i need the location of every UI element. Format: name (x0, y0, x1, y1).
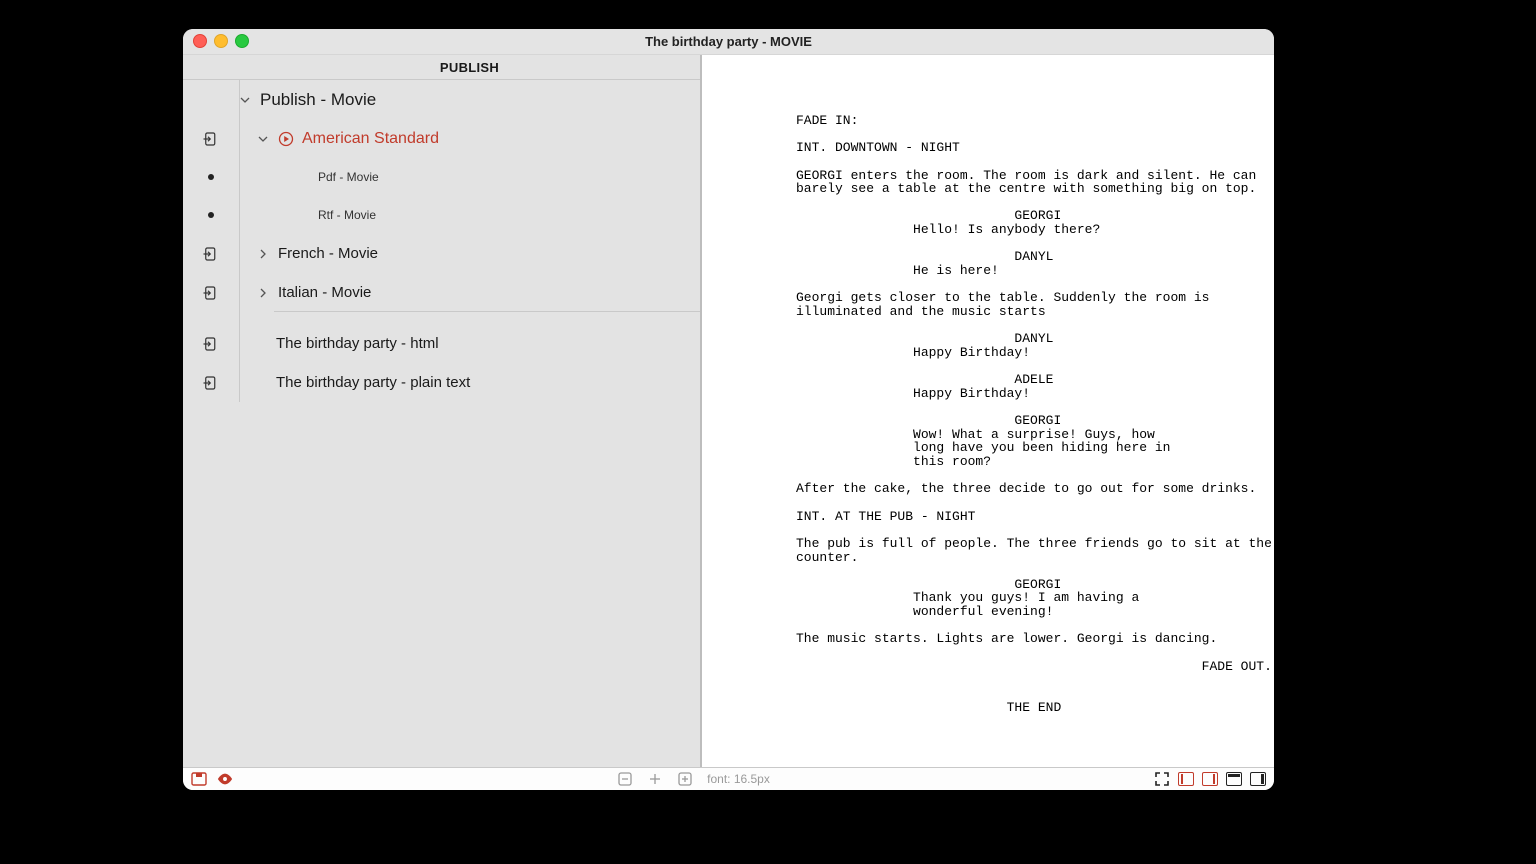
export-icon (183, 335, 239, 353)
layout-top-icon[interactable] (1226, 772, 1242, 786)
preview-icon[interactable] (217, 772, 233, 786)
layout-left-icon[interactable] (1178, 772, 1194, 786)
tree-label: Publish - Movie (260, 90, 376, 110)
zoom-in-icon[interactable] (677, 772, 693, 786)
window-title: The birthday party - MOVIE (183, 34, 1274, 49)
export-icon (183, 284, 239, 302)
chevron-right-icon[interactable] (258, 288, 272, 298)
tree-label: Pdf - Movie (318, 170, 379, 184)
close-window-button[interactable] (193, 34, 207, 48)
tree-row-html-export[interactable]: The birthday party - html (183, 324, 700, 363)
chevron-right-icon[interactable] (258, 249, 272, 259)
fullscreen-icon[interactable] (1154, 772, 1170, 786)
screenplay-text: FADE IN: INT. DOWNTOWN - NIGHT GEORGI en… (702, 68, 1274, 754)
app-window: The birthday party - MOVIE PUBLISH Publi… (183, 29, 1274, 790)
layout-right-icon[interactable] (1202, 772, 1218, 786)
tree-row-plaintext-export[interactable]: The birthday party - plain text (183, 363, 700, 402)
tree-label: American Standard (302, 130, 439, 148)
save-icon[interactable] (191, 772, 207, 786)
tree-label: The birthday party - plain text (276, 374, 470, 391)
tree-row-publish-movie[interactable]: Publish - Movie (183, 80, 700, 119)
bullet-icon (183, 174, 239, 180)
layout-side-icon[interactable] (1250, 772, 1266, 786)
zoom-reset-icon[interactable] (647, 772, 663, 786)
tree-row-pdf-movie[interactable]: Pdf - Movie (183, 158, 700, 196)
tree-separator (183, 312, 700, 324)
status-bar: font: 16.5px (183, 767, 1274, 790)
export-icon (183, 130, 239, 148)
minimize-window-button[interactable] (214, 34, 228, 48)
screenplay-preview[interactable]: FADE IN: INT. DOWNTOWN - NIGHT GEORGI en… (702, 55, 1274, 767)
sidebar-header: PUBLISH (183, 55, 700, 80)
bullet-icon (183, 212, 239, 218)
chevron-down-icon[interactable] (240, 95, 254, 105)
window-controls (193, 34, 249, 48)
play-active-icon (278, 131, 294, 147)
export-icon (183, 374, 239, 392)
tree-row-italian-movie[interactable]: Italian - Movie (183, 273, 700, 312)
tree-label: The birthday party - html (276, 335, 439, 352)
font-size-label: font: 16.5px (707, 772, 770, 786)
tree-row-american-standard[interactable]: American Standard (183, 119, 700, 158)
tree-label: French - Movie (278, 245, 378, 262)
export-icon (183, 245, 239, 263)
tree-row-rtf-movie[interactable]: Rtf - Movie (183, 196, 700, 234)
publish-tree: Publish - Movie (183, 80, 700, 767)
chevron-down-icon[interactable] (258, 134, 272, 144)
zoom-window-button[interactable] (235, 34, 249, 48)
tree-label: Italian - Movie (278, 284, 371, 301)
titlebar: The birthday party - MOVIE (183, 29, 1274, 55)
tree-row-french-movie[interactable]: French - Movie (183, 234, 700, 273)
tree-label: Rtf - Movie (318, 208, 376, 222)
zoom-out-icon[interactable] (617, 772, 633, 786)
publish-sidebar: PUBLISH Publish - Movie (183, 55, 702, 767)
